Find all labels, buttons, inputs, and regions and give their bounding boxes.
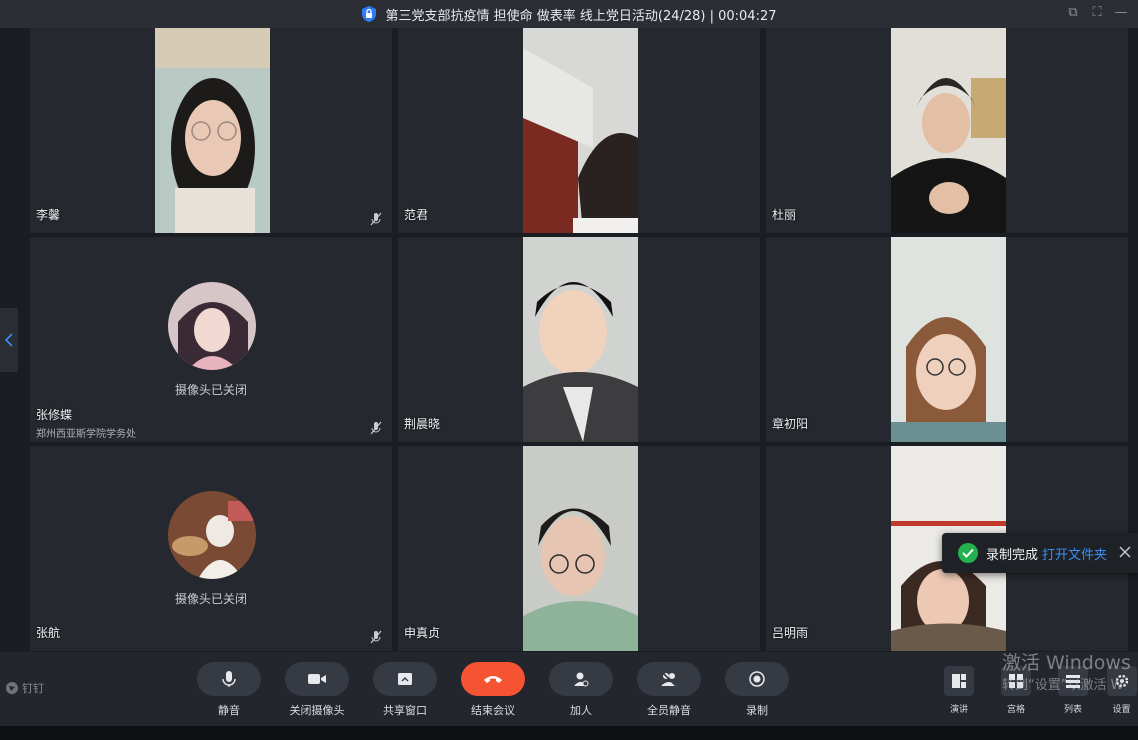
button-label: 关闭摄像头	[289, 704, 345, 717]
participant-tile[interactable]: 范君	[398, 28, 760, 233]
check-circle-icon	[958, 543, 978, 563]
participant-video	[155, 28, 270, 233]
button-label: 静音	[218, 704, 240, 717]
close-icon[interactable]	[1118, 545, 1132, 559]
participant-name: 杜丽	[772, 208, 797, 222]
button-label: 共享窗口	[383, 704, 427, 717]
participant-tile[interactable]: 申真贞	[398, 446, 760, 651]
os-taskbar	[0, 726, 1138, 740]
dingtalk-brand: 钉钉	[6, 680, 44, 696]
participant-name: 李馨	[36, 208, 61, 222]
participant-tile[interactable]: 荆晨晓	[398, 237, 760, 442]
button-label: 全员静音	[647, 704, 691, 717]
camera-button-pill	[285, 662, 349, 696]
participant-name: 范君	[404, 208, 429, 222]
popout-icon[interactable]: ⧉	[1066, 6, 1080, 20]
speaker-view-square	[944, 666, 974, 696]
button-label: 设置	[1112, 705, 1131, 715]
participant-name: 张航	[36, 626, 61, 640]
participant-name: 章初阳	[772, 417, 809, 431]
button-label: 加人	[570, 704, 592, 717]
microphone-icon	[222, 671, 236, 687]
button-label: 列表	[1063, 705, 1082, 715]
end-button-pill	[461, 662, 525, 696]
meeting-toolbar: 钉钉 静音 关闭摄像头 共享窗口 结束会议 加人 全员静音 录制 演讲 宫格 列…	[0, 652, 1138, 726]
add-person-pill	[549, 662, 613, 696]
participant-name: 张修蝶	[36, 408, 73, 422]
add-person-button[interactable]: 加人	[536, 662, 626, 718]
recording-complete-toast: 录制完成 打开文件夹	[942, 533, 1138, 573]
participant-name: 荆晨晓	[404, 417, 441, 431]
record-button[interactable]: 录制	[712, 662, 802, 718]
camera-off-button[interactable]: 关闭摄像头	[272, 662, 362, 718]
participant-video	[523, 237, 638, 442]
previous-page-button[interactable]	[0, 308, 18, 372]
speaker-view-button[interactable]: 演讲	[934, 666, 984, 715]
button-label: 宫格	[1006, 705, 1025, 715]
end-meeting-button[interactable]: 结束会议	[448, 662, 538, 718]
participant-tile[interactable]: 摄像头已关闭 张航	[30, 446, 392, 651]
button-label: 演讲	[949, 705, 968, 715]
camera-off-label: 摄像头已关闭	[174, 592, 247, 606]
speaker-layout-icon	[952, 674, 966, 688]
participant-video	[523, 446, 638, 651]
mic-muted-icon	[370, 630, 382, 644]
participant-org: 郑州西亚斯学院学务处	[36, 429, 136, 440]
participant-tile[interactable]: 摄像头已关闭 张修蝶 郑州西亚斯学院学务处	[30, 237, 392, 442]
hang-up-icon	[484, 676, 502, 683]
add-person-icon	[574, 672, 589, 687]
camera-icon	[308, 674, 326, 684]
windows-activation-watermark: 激活 Windows	[1002, 652, 1131, 674]
participant-video	[523, 28, 638, 233]
meeting-title: 第三党支部抗疫情 担使命 做表率 线上党日活动(24/28) | 00:04:2…	[385, 8, 777, 24]
mic-muted-icon	[370, 421, 382, 435]
avatar	[168, 282, 256, 370]
mute-button-pill	[197, 662, 261, 696]
brand-label: 钉钉	[22, 682, 44, 695]
participant-name: 申真贞	[404, 626, 441, 640]
fullscreen-icon[interactable]: ⛶	[1090, 6, 1104, 20]
toast-message: 录制完成	[986, 547, 1039, 563]
participant-tile[interactable]: 章初阳	[766, 237, 1128, 442]
participant-video	[891, 28, 1006, 233]
camera-off-label: 摄像头已关闭	[174, 383, 247, 397]
record-pill	[725, 662, 789, 696]
button-label: 录制	[746, 704, 768, 717]
share-window-button[interactable]: 共享窗口	[360, 662, 450, 718]
dingtalk-icon	[6, 682, 18, 694]
participant-tile[interactable]: 杜丽	[766, 28, 1128, 233]
mic-muted-icon	[370, 212, 382, 226]
mute-all-icon	[661, 671, 677, 687]
title-bar: 第三党支部抗疫情 担使命 做表率 线上党日活动(24/28) | 00:04:2…	[0, 0, 1138, 28]
participant-tile[interactable]: 李馨	[30, 28, 392, 233]
mute-all-button[interactable]: 全员静音	[624, 662, 714, 718]
mute-button[interactable]: 静音	[184, 662, 274, 718]
windows-activation-hint: 转到“设置”以激活 W	[1002, 678, 1124, 693]
open-folder-link[interactable]: 打开文件夹	[1042, 544, 1107, 563]
participant-name: 吕明雨	[772, 626, 809, 640]
mute-all-pill	[637, 662, 701, 696]
participant-video	[891, 237, 1006, 442]
record-icon	[749, 671, 765, 687]
chevron-left-icon	[4, 333, 13, 347]
shield-lock-icon	[362, 6, 377, 22]
share-button-pill	[373, 662, 437, 696]
avatar	[168, 491, 256, 579]
minimize-icon[interactable]: —	[1114, 6, 1128, 20]
share-screen-icon	[398, 673, 412, 685]
button-label: 结束会议	[471, 704, 515, 717]
